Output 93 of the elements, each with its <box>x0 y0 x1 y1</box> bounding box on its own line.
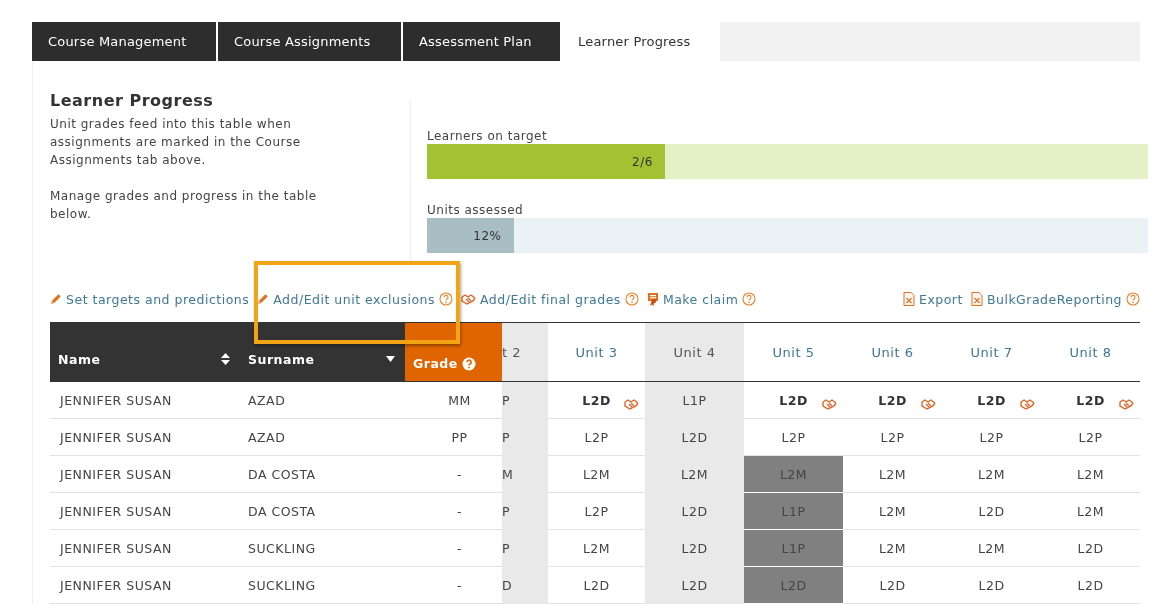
column-header[interactable]: Name <box>50 323 240 382</box>
grade-text: L2M <box>1076 503 1105 519</box>
header-label: Grade <box>413 356 458 371</box>
grade-text: L1P <box>781 503 806 519</box>
grade-text: M <box>502 466 514 482</box>
grade-text: P <box>502 392 511 408</box>
grade-text: L2P <box>880 429 905 445</box>
ribbon-icon <box>646 292 659 306</box>
toolbar-link[interactable]: Export <box>919 291 963 307</box>
meter-reading: 2/6 <box>632 154 653 169</box>
table-cell: DA COSTA <box>240 456 405 493</box>
grade-text: L2P <box>979 429 1004 445</box>
file-icon <box>903 292 915 306</box>
meter-label: Units assessed <box>427 203 525 218</box>
toolbar-link[interactable]: Set targets and predictions <box>66 291 250 307</box>
grade-text: L2D <box>878 392 907 408</box>
grade-text: L2M <box>977 466 1006 482</box>
table-cell: JENNIFER SUSAN <box>50 567 240 604</box>
grade-text: L2D <box>681 577 708 593</box>
table-cell: SUCKLING <box>240 530 405 567</box>
grade-text: L2D <box>583 577 610 593</box>
intro-paragraph: Unit grades feed into this table when assignments are marked in the Course Assignments tab above. <box>50 116 302 169</box>
grade-text: L2D <box>978 503 1005 519</box>
table-cell: AZAD <box>240 382 405 419</box>
tab[interactable]: Assessment Plan <box>403 22 560 61</box>
grade-text: L2M <box>779 466 808 482</box>
column-header[interactable]: Unit 7 <box>942 323 1041 382</box>
toolbar-link[interactable]: Add/Edit unit exclusions <box>273 291 435 307</box>
grade-text: L2P <box>1078 429 1103 445</box>
grade-text: L2D <box>681 503 708 519</box>
column-header[interactable]: t 2 <box>502 323 548 382</box>
handshake-icon <box>921 399 936 410</box>
header-label: Surname <box>248 351 315 367</box>
table-cell: SUCKLING <box>240 567 405 604</box>
header-label: Name <box>58 351 101 367</box>
column-header[interactable]: Unit 8 <box>1041 323 1140 382</box>
handshake-icon <box>1020 399 1035 410</box>
table-cell: JENNIFER SUSAN <box>50 419 240 456</box>
grade-text: L2D <box>977 392 1006 408</box>
table-cell: AZAD <box>240 419 405 456</box>
grade-text: L2M <box>878 503 907 519</box>
grade-text: L2M <box>878 466 907 482</box>
pencil-icon <box>50 293 62 305</box>
grade-text: L1P <box>682 392 707 408</box>
toolbar-link[interactable]: Add/Edit final grades <box>480 291 621 307</box>
column-header[interactable]: Unit 6 <box>843 323 942 382</box>
toolbar-link[interactable]: BulkGradeReporting <box>986 291 1122 307</box>
grade-text: P <box>502 503 511 519</box>
meter-label: Learners on target <box>427 129 549 144</box>
grade-text: L2D <box>779 392 808 408</box>
grade-text: D <box>502 577 513 593</box>
pencil-icon <box>257 293 270 305</box>
grade-text: L1P <box>781 540 806 556</box>
table-cell: JENNIFER SUSAN <box>50 382 240 419</box>
grade-text: P <box>502 429 511 445</box>
handshake-icon <box>624 399 639 410</box>
column-header[interactable]: Grade <box>405 323 502 382</box>
grade-text: L2M <box>878 540 907 556</box>
column-header[interactable]: Unit 4 <box>645 323 744 382</box>
intro-paragraph: Manage grades and progress in the table below. <box>50 188 318 223</box>
section-heading: Learner Progress <box>50 91 215 111</box>
meter-reading: 12% <box>473 228 502 243</box>
grade-text: L2P <box>781 429 806 445</box>
grade-text: L2D <box>879 577 906 593</box>
grade-text: L2M <box>680 466 709 482</box>
handshake-icon <box>1119 399 1134 410</box>
handshake-icon <box>822 399 837 410</box>
grade-text: L2M <box>582 540 611 556</box>
table-cell: JENNIFER SUSAN <box>50 493 240 530</box>
grade-text: L2D <box>1076 392 1105 408</box>
file-icon <box>970 292 983 306</box>
grade-text: L2D <box>681 540 708 556</box>
table-cell: DA COSTA <box>240 493 405 530</box>
toolbar-link[interactable]: Make claim <box>662 291 739 307</box>
table-cell: JENNIFER SUSAN <box>50 530 240 567</box>
grade-text: L2P <box>584 503 609 519</box>
grade-text: L2D <box>1077 540 1104 556</box>
grade-text: P <box>502 540 511 556</box>
grade-text: L2D <box>681 429 708 445</box>
grade-text: L2M <box>977 540 1006 556</box>
table-cell: JENNIFER SUSAN <box>50 456 240 493</box>
grade-text: L2D <box>1077 577 1104 593</box>
column-header[interactable]: Surname <box>240 323 405 382</box>
tab[interactable]: Course Assignments <box>218 22 401 61</box>
grade-text: L2M <box>582 466 611 482</box>
grade-text: L2D <box>780 577 807 593</box>
tab[interactable]: Course Management <box>32 22 216 61</box>
grade-text: L2D <box>978 577 1005 593</box>
grade-text: L2D <box>582 392 611 408</box>
column-header[interactable]: Unit 5 <box>744 323 843 382</box>
grade-text: L2M <box>1076 466 1105 482</box>
handshake-icon <box>461 293 476 305</box>
grade-text: L2P <box>584 429 609 445</box>
